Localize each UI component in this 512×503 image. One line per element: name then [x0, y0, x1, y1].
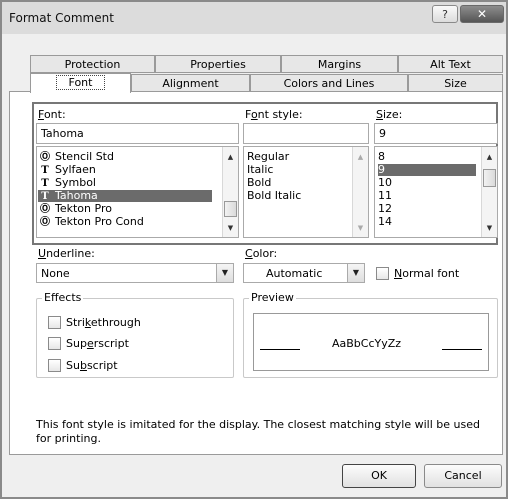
font-style-scrollbar[interactable]: ▲ ▼: [352, 147, 368, 237]
dialog-title: Format Comment: [9, 11, 114, 25]
close-button[interactable]: ✕: [460, 5, 504, 23]
size-item[interactable]: 11: [378, 190, 476, 202]
normal-font-label: Normal font: [394, 267, 460, 280]
color-value: Automatic: [266, 267, 323, 280]
scroll-down-icon[interactable]: ▼: [353, 221, 368, 235]
scroll-up-icon[interactable]: ▲: [353, 150, 368, 164]
font-style-label: Font style:: [245, 108, 303, 121]
preview-sample-text: AaBbCcYyZz: [332, 337, 402, 350]
font-style-list[interactable]: Regular Italic Bold Bold Italic ▲ ▼: [243, 146, 369, 238]
tab-size[interactable]: Size: [408, 74, 503, 92]
size-item[interactable]: 10: [378, 177, 476, 189]
preview-baseline-left: [260, 349, 300, 350]
font-label: Font:: [38, 108, 66, 121]
underline-dropdown[interactable]: None ▼: [36, 263, 234, 283]
color-dropdown[interactable]: Automatic ▼: [243, 263, 365, 283]
effects-legend: Effects: [42, 291, 84, 304]
font-list-item[interactable]: Ⓞ Tekton Pro: [38, 203, 222, 216]
tab-margins[interactable]: Margins: [281, 55, 398, 73]
cancel-button[interactable]: Cancel: [424, 464, 502, 488]
font-style-item[interactable]: Bold: [247, 177, 271, 189]
superscript-checkbox[interactable]: [48, 337, 61, 350]
tab-font[interactable]: Font: [30, 73, 131, 93]
strikethrough-label: Strikethrough: [66, 316, 141, 329]
font-list-scrollbar[interactable]: ▲ ▼: [222, 147, 238, 237]
chevron-down-icon[interactable]: ▼: [216, 264, 233, 282]
size-label: Size:: [376, 108, 403, 121]
superscript-label: Superscript: [66, 337, 129, 350]
underline-label: Underline:: [38, 247, 95, 260]
font-list[interactable]: Ⓞ Stencil Std T Sylfaen T Symbol T Tahoma Ⓞ T…: [36, 146, 239, 238]
truetype-font-icon: T: [41, 178, 49, 189]
size-item[interactable]: 8: [378, 151, 476, 163]
truetype-font-icon: T: [41, 165, 49, 176]
font-style-item[interactable]: Italic: [247, 164, 273, 176]
underline-value: None: [41, 267, 70, 280]
scroll-down-icon[interactable]: ▼: [482, 221, 497, 235]
preview-box: AaBbCcYyZz: [253, 313, 489, 371]
help-button[interactable]: ?: [432, 5, 458, 23]
tab-alt-text[interactable]: Alt Text: [398, 55, 503, 73]
font-list-item-selected[interactable]: T Tahoma: [38, 190, 212, 202]
scroll-up-icon[interactable]: ▲: [482, 150, 497, 164]
font-list-item[interactable]: Ⓞ Tekton Pro Cond: [38, 216, 222, 229]
format-comment-dialog: Format Comment ? ✕ Protection Properties…: [0, 0, 508, 499]
size-item[interactable]: 12: [378, 203, 476, 215]
tab-font-label: Font: [55, 75, 106, 90]
font-list-item[interactable]: Ⓞ Stencil Std: [38, 151, 222, 164]
font-style-item[interactable]: Regular: [247, 151, 289, 163]
size-input[interactable]: 9: [374, 123, 498, 144]
preview-legend: Preview: [249, 291, 296, 304]
scroll-up-icon[interactable]: ▲: [223, 150, 238, 164]
strikethrough-checkbox[interactable]: [48, 316, 61, 329]
normal-font-checkbox[interactable]: [376, 267, 389, 280]
printer-font-icon: Ⓞ: [40, 152, 50, 163]
preview-baseline-right: [442, 349, 482, 350]
font-input[interactable]: Tahoma: [36, 123, 239, 144]
scroll-down-icon[interactable]: ▼: [223, 221, 238, 235]
title-bar[interactable]: Format Comment ? ✕: [2, 2, 506, 34]
font-style-input[interactable]: [243, 123, 369, 144]
size-item-selected[interactable]: 9: [378, 164, 476, 176]
size-item[interactable]: 14: [378, 216, 476, 228]
scroll-thumb[interactable]: [483, 169, 496, 187]
scroll-thumb[interactable]: [224, 201, 237, 217]
font-list-item[interactable]: T Symbol: [38, 177, 222, 190]
tab-properties[interactable]: Properties: [155, 55, 281, 73]
info-text: This font style is imitated for the disp…: [36, 418, 480, 445]
tab-alignment[interactable]: Alignment: [131, 74, 250, 92]
tab-colors-and-lines[interactable]: Colors and Lines: [250, 74, 408, 92]
subscript-label: Subscript: [66, 359, 118, 372]
size-list[interactable]: 8 9 10 11 12 14 ▲ ▼: [374, 146, 498, 238]
chevron-down-icon[interactable]: ▼: [347, 264, 364, 282]
font-list-item[interactable]: T Sylfaen: [38, 164, 222, 177]
ok-button[interactable]: OK: [342, 464, 416, 488]
size-list-scrollbar[interactable]: ▲ ▼: [481, 147, 497, 237]
font-style-item[interactable]: Bold Italic: [247, 190, 301, 202]
printer-font-icon: Ⓞ: [40, 217, 50, 228]
subscript-checkbox[interactable]: [48, 359, 61, 372]
printer-font-icon: Ⓞ: [40, 204, 50, 215]
tab-protection[interactable]: Protection: [30, 55, 155, 73]
truetype-font-icon: T: [41, 191, 49, 202]
color-label: Color:: [245, 247, 278, 260]
